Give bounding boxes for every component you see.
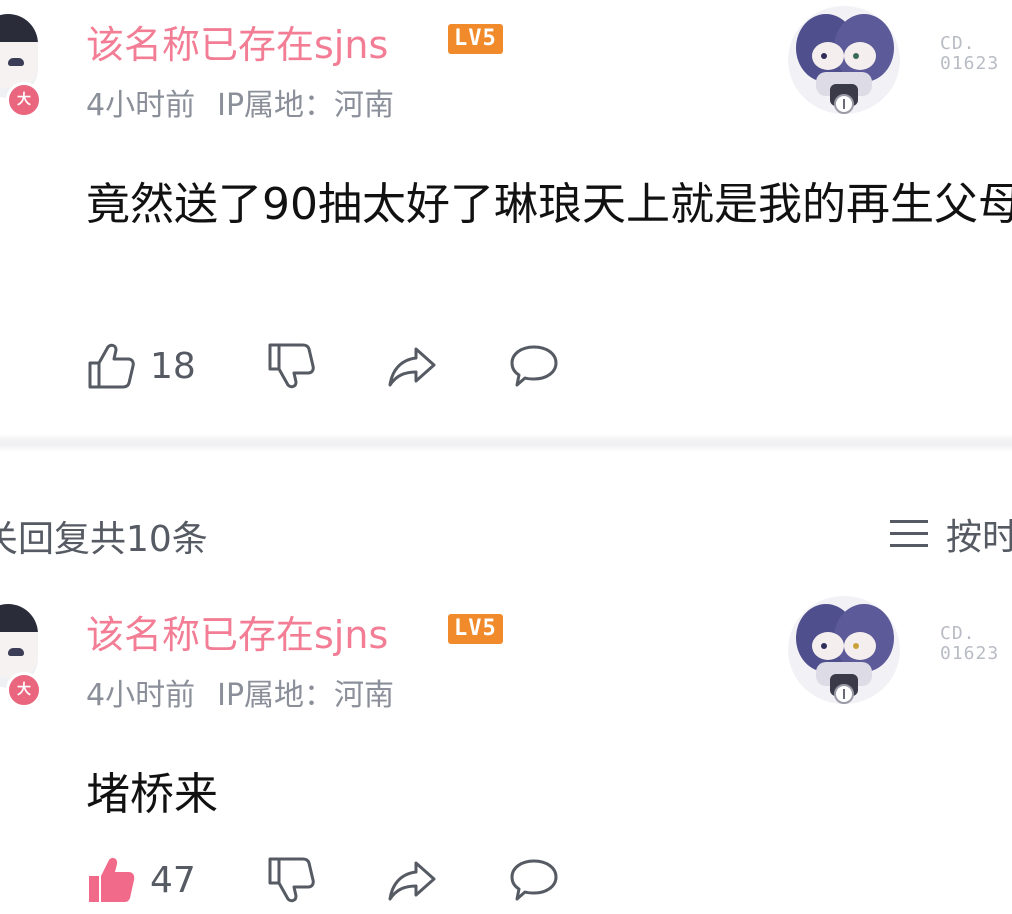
- share-icon: [388, 861, 436, 901]
- like-button[interactable]: 18: [86, 341, 196, 391]
- level-badge: LV5: [448, 24, 503, 54]
- reply-button[interactable]: [508, 855, 560, 905]
- comment-actions: 18: [86, 340, 560, 392]
- share-icon: [388, 347, 436, 387]
- thumbs-up-icon: [89, 857, 135, 902]
- replies-count-header: 关回复共10条: [0, 519, 208, 560]
- comment-actions: 47: [86, 854, 560, 906]
- dislike-button[interactable]: [266, 341, 316, 391]
- comment-meta: 4小时前 IP属地：河南: [86, 80, 416, 124]
- ip-location: IP属地：河南: [217, 88, 395, 123]
- comment-meta: 4小时前 IP属地：河南: [86, 670, 416, 714]
- comment-time: 4小时前: [86, 678, 196, 713]
- fan-pendant-icon[interactable]: [786, 594, 902, 706]
- like-count: 18: [150, 345, 196, 387]
- thumbs-down-icon: [268, 343, 315, 389]
- sort-button[interactable]: 按时: [888, 508, 1012, 560]
- thumbs-up-icon: [88, 343, 135, 389]
- username[interactable]: 该名称已存在sjns: [86, 14, 388, 69]
- username[interactable]: 该名称已存在sjns: [86, 604, 388, 659]
- avatar-badge: 大: [6, 672, 42, 708]
- comment-item: 大 该名称已存在sjns LV5 4小时前 IP属地：河南 CD. 01623 竟…: [0, 0, 1012, 420]
- comment-content: 堵桥来: [86, 769, 218, 820]
- comment-item: 大 该名称已存在sjns LV5 4小时前 IP属地：河南 CD. 01623 堵…: [0, 590, 1012, 914]
- menu-icon: [890, 520, 928, 547]
- thumbs-down-icon: [268, 857, 315, 903]
- like-count: 47: [150, 859, 196, 901]
- pendant-code: CD. 01623: [940, 33, 1000, 74]
- comment-content: 竟然送了90抽太好了琳琅天上就是我的再生父母: [86, 179, 1012, 230]
- reply-icon: [510, 345, 558, 387]
- fan-pendant-icon[interactable]: [786, 4, 902, 116]
- ip-location: IP属地：河南: [217, 678, 395, 713]
- section-divider: [0, 434, 1012, 452]
- share-button[interactable]: [386, 341, 438, 391]
- pendant-code: CD. 01623: [940, 623, 1000, 664]
- reply-icon: [510, 859, 558, 901]
- level-badge: LV5: [448, 614, 503, 644]
- avatar-badge: 大: [6, 82, 42, 118]
- share-button[interactable]: [386, 855, 438, 905]
- sort-label: 按时: [946, 517, 1012, 558]
- dislike-button[interactable]: [266, 855, 316, 905]
- comment-time: 4小时前: [86, 88, 196, 123]
- reply-button[interactable]: [508, 341, 560, 391]
- like-button[interactable]: 47: [86, 855, 196, 905]
